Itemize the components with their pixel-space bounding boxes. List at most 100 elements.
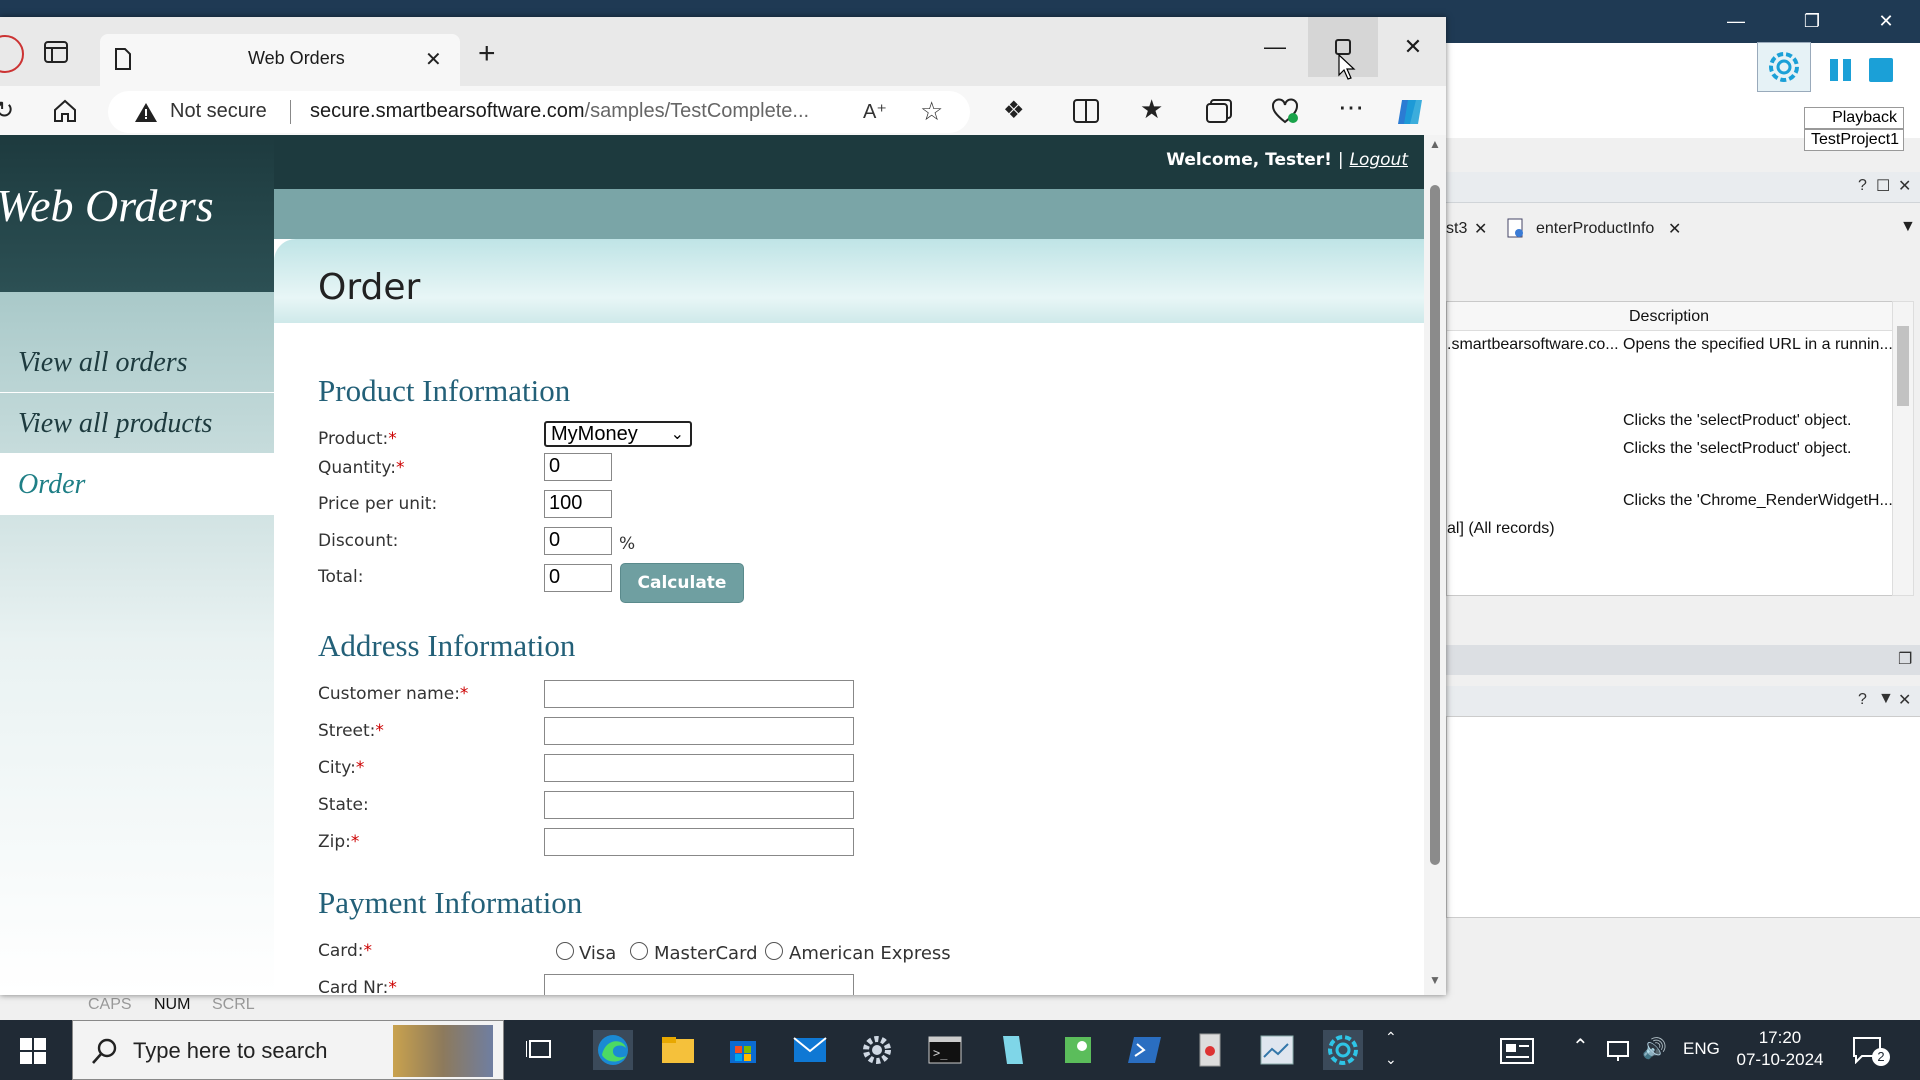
taskbar-search-box[interactable]: Type here to search <box>72 1020 504 1080</box>
read-aloud-icon[interactable]: A⁺ <box>863 99 887 124</box>
tc-minimize-button[interactable]: — <box>1706 0 1766 43</box>
taskbar-scroll-icon[interactable]: ⌃ ⌄ <box>1385 1026 1397 1070</box>
tab-enterproductinfo[interactable]: enterProductInfo <box>1536 220 1654 238</box>
quantity-input[interactable]: 0 <box>544 453 612 481</box>
more-options-icon[interactable]: ⋯ <box>1338 92 1365 123</box>
testcomplete-icon[interactable] <box>1323 1030 1363 1070</box>
address-bar[interactable]: Not secure secure.smartbearsoftware.com/… <box>108 91 970 133</box>
task-view-icon[interactable] <box>520 1030 560 1070</box>
copilot-icon[interactable] <box>1394 96 1428 128</box>
label-text: Quantity: <box>318 458 396 478</box>
customer-name-input[interactable] <box>544 680 854 708</box>
help-icon[interactable]: ? <box>1858 691 1867 709</box>
home-icon[interactable] <box>52 99 78 123</box>
total-input[interactable]: 0 <box>544 564 612 592</box>
close-icon[interactable]: ✕ <box>1898 176 1911 196</box>
price-input[interactable]: 100 <box>544 490 612 518</box>
browser-essentials-icon[interactable] <box>1271 98 1299 124</box>
visa-radio[interactable] <box>556 942 574 960</box>
scroll-thumb[interactable] <box>1430 185 1440 865</box>
notification-center-icon[interactable]: 2 <box>1852 1036 1890 1066</box>
label-text: Zip: <box>318 832 351 852</box>
network-icon[interactable] <box>1606 1040 1632 1062</box>
close-tab-icon[interactable]: ✕ <box>425 47 442 72</box>
terminal-icon[interactable]: >_ <box>925 1030 965 1070</box>
scroll-up-icon[interactable]: ▲ <box>1429 137 1441 151</box>
minimize-button[interactable]: — <box>1240 17 1310 77</box>
close-icon[interactable]: ✕ <box>1668 219 1681 239</box>
site-header: Welcome, Tester! | Logout <box>274 135 1424 189</box>
grid-cell: Clicks the 'Chrome_RenderWidgetH... <box>1623 492 1893 509</box>
mail-icon[interactable] <box>790 1030 830 1070</box>
warning-icon[interactable] <box>134 101 158 123</box>
app-icon[interactable] <box>1190 1030 1230 1070</box>
american-express-radio[interactable] <box>765 942 783 960</box>
edge-icon[interactable] <box>593 1030 633 1070</box>
mastercard-label[interactable]: MasterCard <box>654 943 758 964</box>
powershell-icon[interactable] <box>1125 1030 1165 1070</box>
scroll-thumb[interactable] <box>1897 326 1909 406</box>
close-button[interactable]: ✕ <box>1378 17 1446 77</box>
news-widget-icon[interactable] <box>1500 1038 1534 1064</box>
street-input[interactable] <box>544 717 854 745</box>
maximize-icon[interactable]: ☐ <box>1876 176 1890 196</box>
grid-scrollbar[interactable] <box>1892 301 1914 596</box>
card-number-input[interactable] <box>544 974 854 995</box>
calculate-button[interactable]: Calculate <box>620 563 744 603</box>
stop-icon[interactable] <box>1869 58 1893 82</box>
tc-recorder-icon[interactable] <box>1757 42 1811 92</box>
favorite-star-icon[interactable]: ☆ <box>920 96 943 127</box>
microsoft-store-icon[interactable] <box>723 1030 763 1070</box>
logout-link[interactable]: Logout <box>1349 150 1408 170</box>
page-icon <box>114 48 132 70</box>
zip-input[interactable] <box>544 828 854 856</box>
state-input[interactable] <box>544 791 854 819</box>
extensions-icon[interactable]: ❖ <box>1003 96 1025 125</box>
refresh-icon[interactable]: ↻ <box>0 96 14 125</box>
nav-view-all-products[interactable]: View all products <box>0 393 274 454</box>
taskbar: Type here to search >_ ⌃ ⌄ ⌃ 🔊 <box>0 1020 1920 1080</box>
tab-test3[interactable]: st3 <box>1446 220 1467 238</box>
tc-restore-button[interactable]: ❐ <box>1782 0 1842 43</box>
restore-icon[interactable]: ❐ <box>1898 649 1912 669</box>
column-description[interactable]: Description <box>1629 308 1709 326</box>
split-screen-icon[interactable] <box>1073 99 1099 123</box>
url-text[interactable]: secure.smartbearsoftware.com/samples/Tes… <box>310 100 809 123</box>
close-icon[interactable]: ✕ <box>1898 690 1911 710</box>
new-tab-icon[interactable]: + <box>478 37 496 71</box>
help-icon[interactable]: ? <box>1858 177 1867 195</box>
required-mark: * <box>459 684 469 704</box>
mastercard-radio[interactable] <box>630 942 648 960</box>
volume-icon[interactable]: 🔊 <box>1642 1036 1667 1061</box>
pause-icon[interactable] <box>1827 57 1855 83</box>
nav-order[interactable]: Order <box>0 454 274 515</box>
show-hidden-icons-icon[interactable]: ⌃ <box>1572 1034 1589 1059</box>
discount-input[interactable]: 0 <box>544 527 612 555</box>
notepad-icon[interactable] <box>992 1030 1032 1070</box>
scroll-down-icon[interactable]: ▼ <box>1429 973 1441 987</box>
paint-icon[interactable] <box>1058 1030 1098 1070</box>
security-label[interactable]: Not secure <box>170 100 267 123</box>
windows-start-icon[interactable] <box>20 1038 46 1064</box>
product-select[interactable]: MyMoney ⌄ <box>544 421 692 447</box>
collections-icon[interactable] <box>1206 99 1232 123</box>
settings-gear-icon[interactable] <box>857 1030 897 1070</box>
american-express-label[interactable]: American Express <box>789 943 951 964</box>
visa-label[interactable]: Visa <box>579 943 616 964</box>
language-indicator[interactable]: ENG <box>1683 1039 1720 1059</box>
browser-tab[interactable]: Web Orders ✕ <box>100 34 460 86</box>
close-icon[interactable]: ✕ <box>1474 219 1487 239</box>
city-input[interactable] <box>544 754 854 782</box>
page-scrollbar[interactable]: ▲ ▼ <box>1424 135 1446 995</box>
tc-close-button[interactable]: ✕ <box>1856 0 1916 43</box>
pin-icon[interactable]: ▼ <box>1878 690 1894 708</box>
nav-view-all-orders[interactable]: View all orders <box>0 332 274 393</box>
tab-actions-icon[interactable] <box>44 41 68 63</box>
favorites-icon[interactable]: ★ <box>1140 94 1163 125</box>
app-icon[interactable] <box>1257 1030 1297 1070</box>
search-highlight-image[interactable] <box>393 1025 493 1077</box>
chevron-down-icon[interactable]: ▼ <box>1900 218 1916 236</box>
clock[interactable]: 17:20 07-10-2024 <box>1735 1027 1825 1071</box>
file-explorer-icon[interactable] <box>658 1030 698 1070</box>
profile-icon[interactable] <box>0 35 24 73</box>
